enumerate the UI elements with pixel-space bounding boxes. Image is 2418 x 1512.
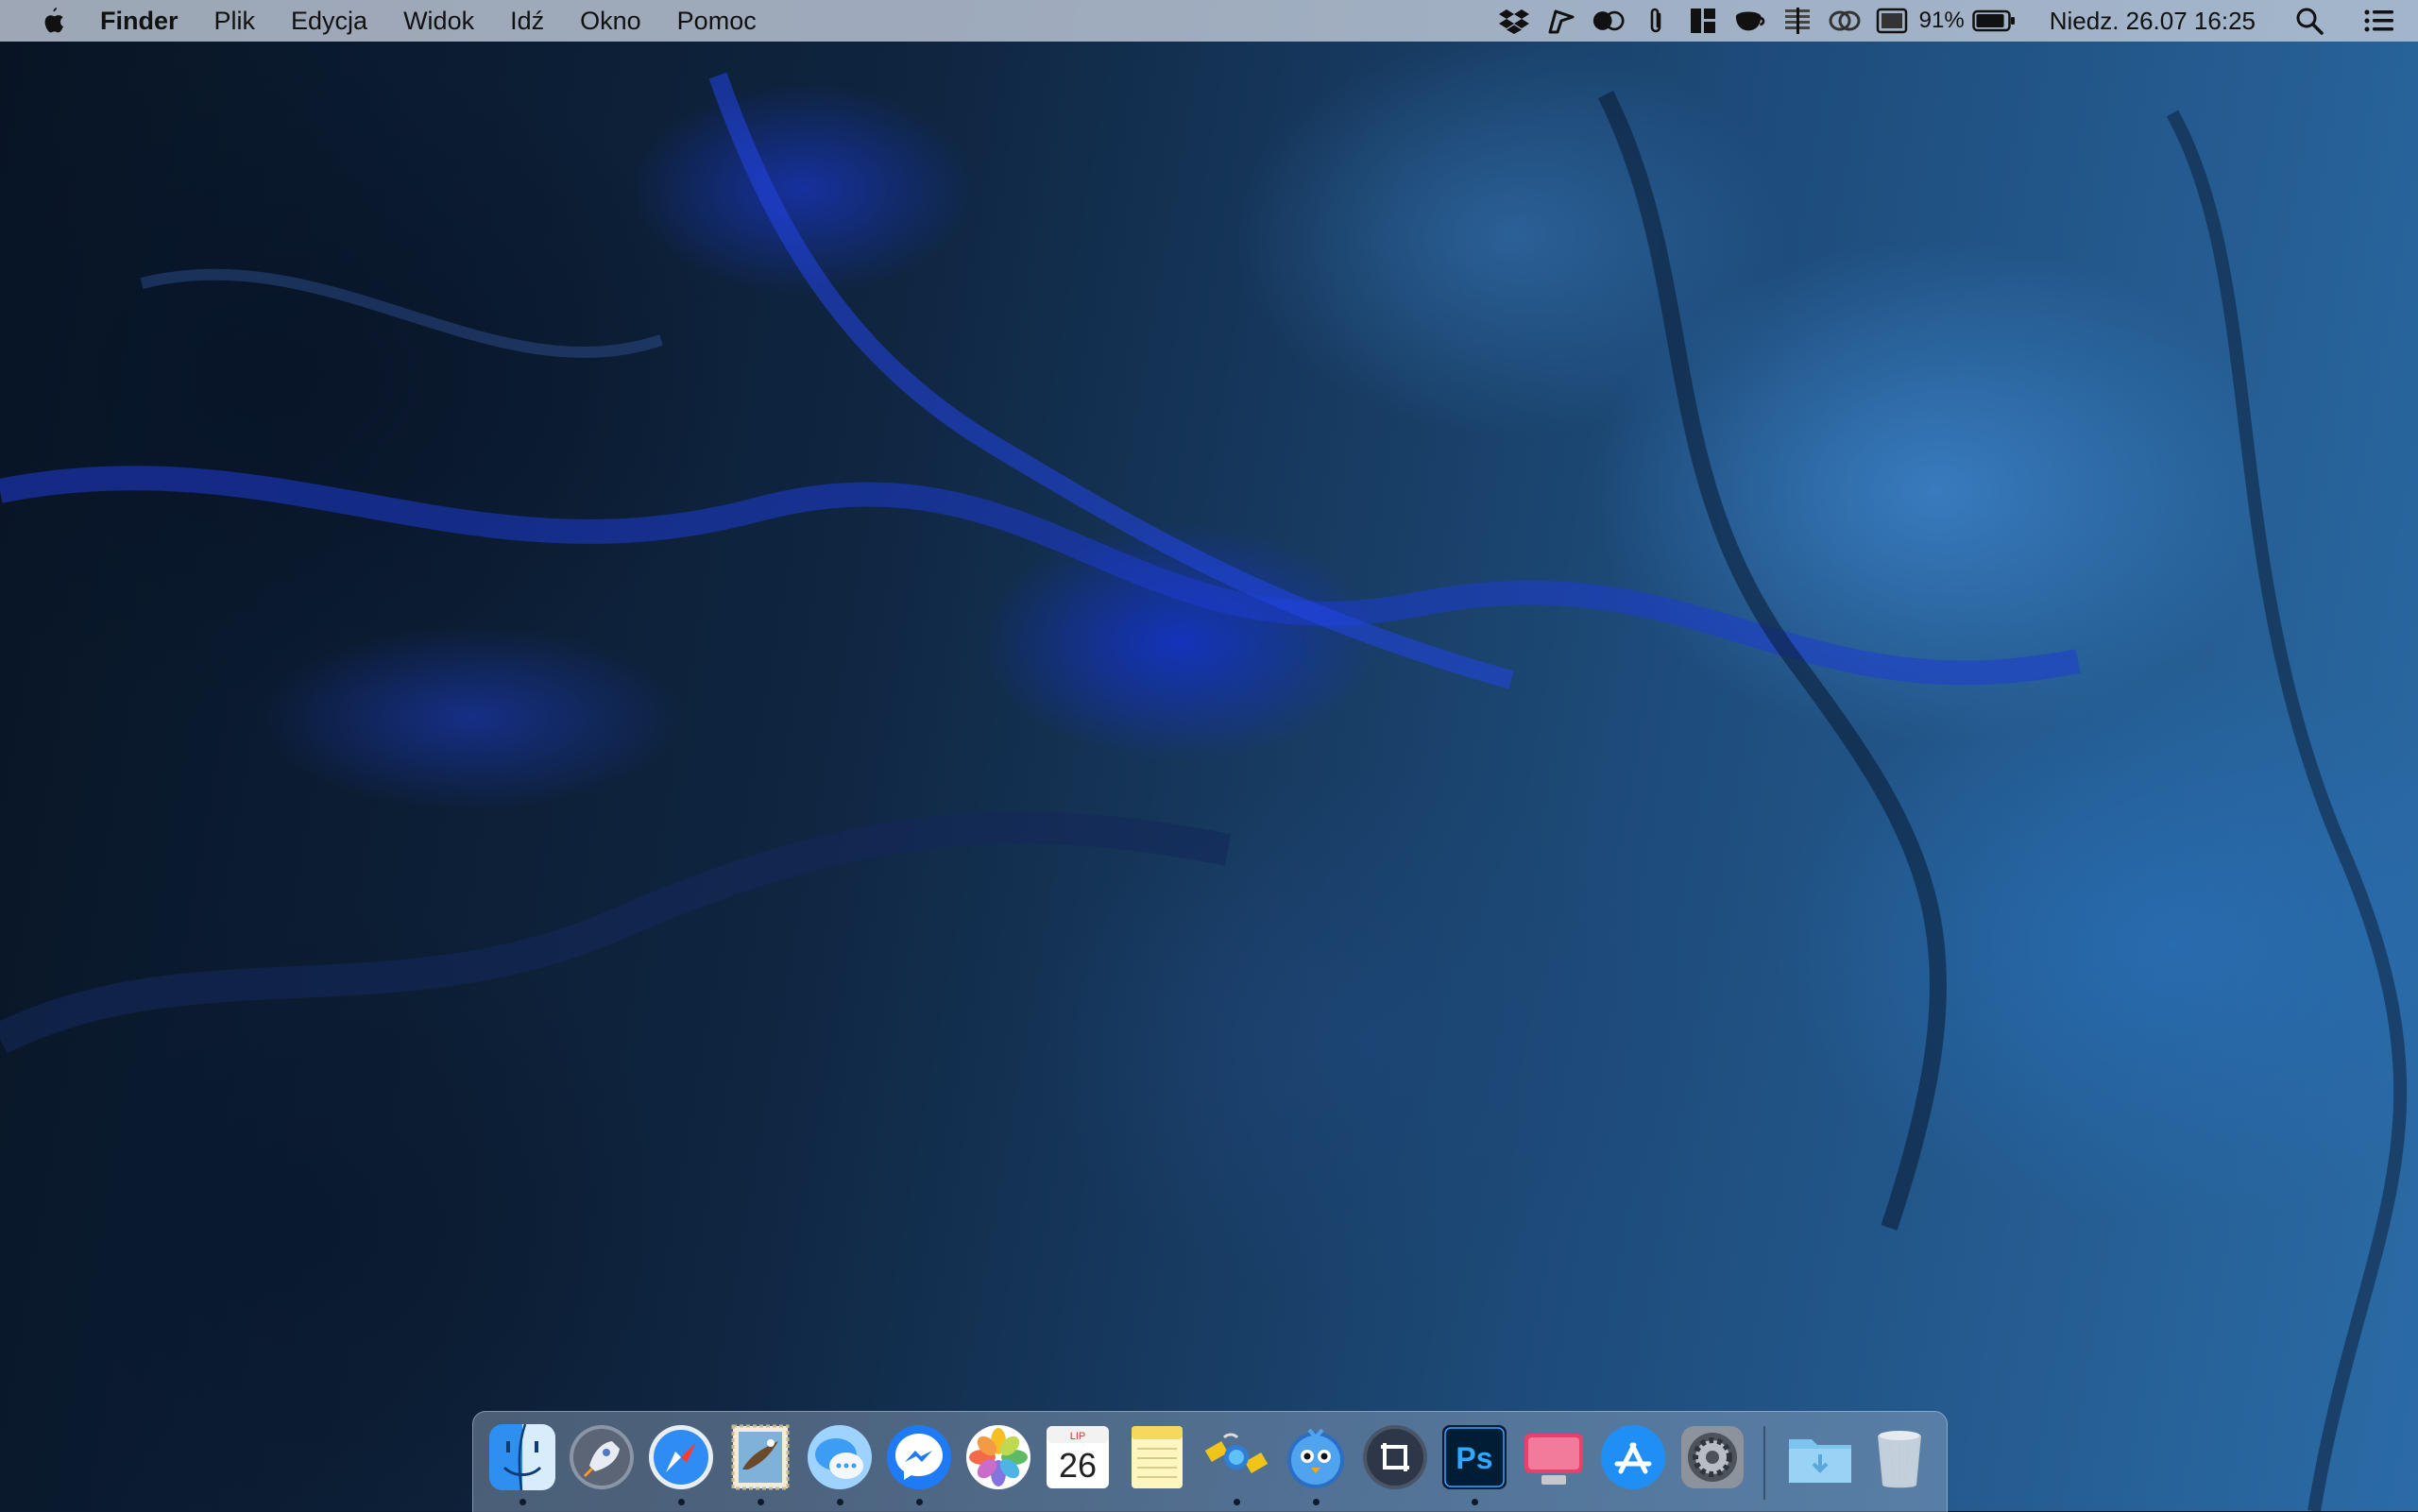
notes-icon[interactable]: [1122, 1422, 1192, 1492]
dock-running-indicator: [1234, 1499, 1240, 1505]
dock-running-indicator: [837, 1499, 843, 1505]
messenger-icon[interactable]: [884, 1422, 954, 1492]
display-icon[interactable]: [1876, 5, 1908, 37]
menu-finder[interactable]: Finder: [100, 0, 179, 42]
tweetbot-icon[interactable]: [1281, 1422, 1351, 1492]
dock-running-indicator: [1472, 1499, 1478, 1505]
battery-icon[interactable]: [1971, 5, 2016, 37]
appstore-icon[interactable]: [1598, 1422, 1668, 1492]
wallpaper-swirls: [0, 72, 2408, 1511]
messages-icon[interactable]: [805, 1422, 875, 1492]
photos-icon[interactable]: [963, 1422, 1033, 1492]
cleanmymac-icon[interactable]: [1519, 1422, 1589, 1492]
launchpad-icon[interactable]: [567, 1422, 637, 1492]
menu-plik[interactable]: Plik: [214, 0, 256, 42]
trash-icon[interactable]: [1865, 1422, 1934, 1492]
flag-icon[interactable]: [1545, 5, 1577, 37]
battery-percent: 91%: [1918, 8, 1965, 33]
spotlight-search-icon[interactable]: [2293, 5, 2325, 37]
calendar-day: 26: [1059, 1446, 1097, 1485]
paperclip-icon[interactable]: [1640, 5, 1672, 37]
menu-bar: Finder Plik Edycja Widok Idź Okno Pomoc: [0, 0, 2418, 42]
satellite-icon[interactable]: [1201, 1422, 1271, 1492]
link-icon[interactable]: [1829, 5, 1861, 37]
calendar-icon[interactable]: LIP 26: [1043, 1422, 1113, 1492]
safari-icon[interactable]: [646, 1422, 716, 1492]
dock-running-indicator: [678, 1499, 685, 1505]
calendar-month: LIP: [1070, 1431, 1086, 1442]
notification-list-icon[interactable]: [2363, 5, 2395, 37]
dock-separator: [1763, 1426, 1765, 1500]
toggle-icon[interactable]: [1592, 5, 1625, 37]
dock-running-indicator: [916, 1499, 923, 1505]
menu-widok[interactable]: Widok: [403, 0, 474, 42]
dock-running-indicator: [519, 1499, 526, 1505]
menu-edycja[interactable]: Edycja: [291, 0, 367, 42]
photoshop-label: Ps: [1456, 1441, 1492, 1475]
dropbox-icon[interactable]: [1498, 5, 1530, 37]
crop-icon[interactable]: [1360, 1422, 1430, 1492]
desktop-wallpaper: [0, 0, 2418, 1511]
finder-icon[interactable]: [487, 1422, 557, 1492]
stats-icon[interactable]: [1781, 5, 1814, 37]
dock-running-indicator: [758, 1499, 764, 1505]
downloads-folder-icon[interactable]: [1785, 1422, 1855, 1492]
clock-datetime[interactable]: Niedz. 26.07 16:25: [2050, 7, 2256, 36]
dock-running-indicator: [1313, 1499, 1320, 1505]
cup-icon[interactable]: [1734, 5, 1766, 37]
photoshop-icon[interactable]: Ps: [1439, 1422, 1509, 1492]
menu-idz[interactable]: Idź: [510, 0, 544, 42]
mail-stamp-icon[interactable]: [725, 1422, 795, 1492]
apple-logo-icon[interactable]: [38, 7, 66, 35]
menu-pomoc[interactable]: Pomoc: [677, 0, 757, 42]
layout-icon[interactable]: [1687, 5, 1719, 37]
system-preferences-icon[interactable]: [1677, 1422, 1747, 1492]
menu-okno[interactable]: Okno: [580, 0, 641, 42]
